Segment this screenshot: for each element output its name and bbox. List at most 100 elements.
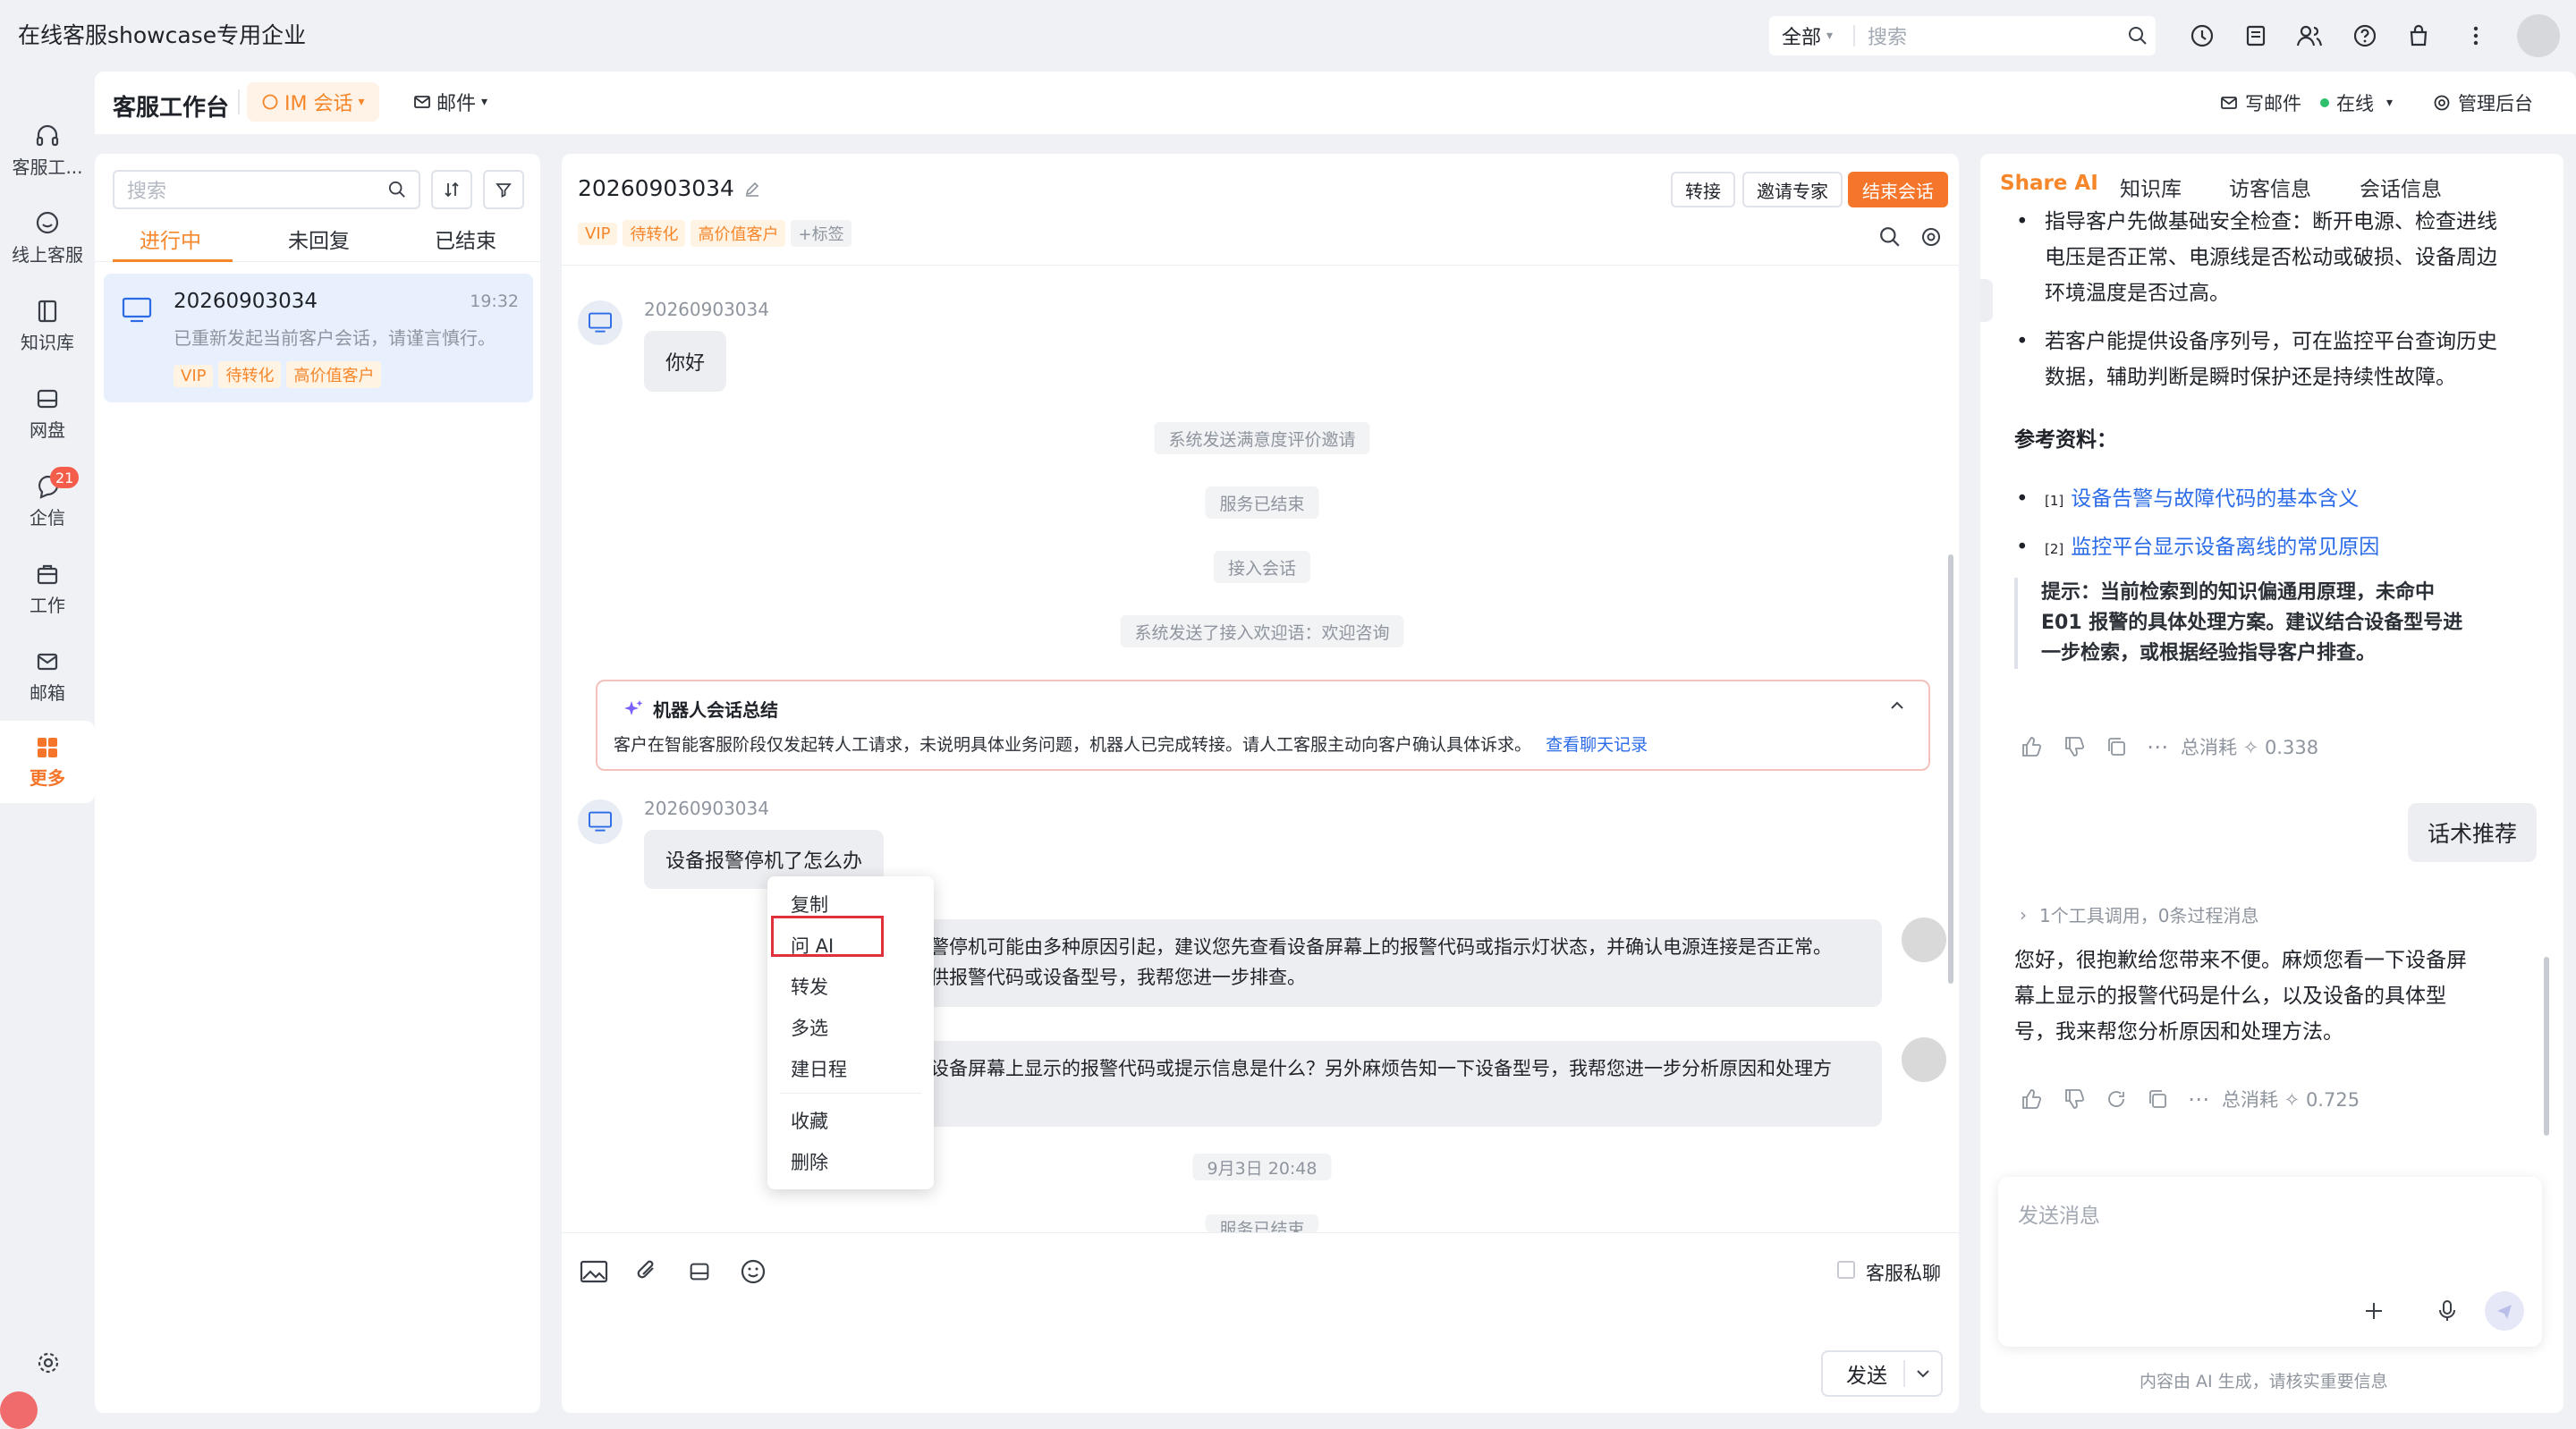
reference-item[interactable]: • [1] 设备告警与故障代码的基本含义 [2016,481,2359,517]
private-chat-label: 客服私聊 [1866,1263,1941,1284]
send-arrow-icon[interactable] [2485,1291,2524,1331]
ai-disclaimer: 内容由 AI 生成，请核实重要信息 [2140,1372,2388,1391]
tag-pending: 待转化 [218,361,282,388]
admin-console-link[interactable]: 管理后台 [2433,89,2533,116]
reference-item[interactable]: • [2] 监控平台显示设备离线的常见原因 [2016,529,2379,565]
private-chat-checkbox[interactable] [1837,1261,1855,1279]
nav-item-workstation[interactable]: 客服工... [0,109,95,191]
end-session-button[interactable]: 结束会话 [1848,172,1948,207]
plus-icon[interactable] [2356,1293,2392,1329]
help-icon[interactable] [2347,18,2383,54]
invite-expert-button[interactable]: 邀请专家 [1742,172,1843,207]
nav-label: 知识库 [21,331,74,353]
ai-scrollbar-thumb[interactable] [2544,957,2549,1136]
reference-link[interactable]: 设备告警与故障代码的基本含义 [2071,481,2359,512]
feedback-row: ⋯ 总消耗 ✧ 0.338 [2020,733,2318,760]
search-scope-select[interactable]: 全部 ▾ [1769,25,1855,49]
menu-item-ask-ai[interactable]: 问 AI [791,932,834,959]
search-icon[interactable] [1877,224,1903,250]
add-tag-button[interactable]: +标签 [791,220,852,247]
search-input[interactable]: 搜索 [1855,21,2120,50]
mail-icon [37,653,58,670]
task-icon[interactable] [2238,18,2274,54]
history-icon[interactable] [2184,18,2220,54]
chevron-up-icon[interactable] [1885,694,1909,717]
emoji-icon[interactable] [735,1254,771,1289]
conversation-item[interactable]: 20260903034 19:32 已重新发起当前客户会话，请谨言慎行。 VIP… [104,274,533,402]
more-vertical-icon[interactable] [2458,18,2494,54]
settings-icon[interactable] [30,1345,66,1381]
tab-session-info[interactable]: 会话信息 [2360,172,2442,202]
ai-message-input[interactable]: 发送消息 [1998,1177,2542,1347]
tab-share-ai[interactable]: Share AI [2000,172,2098,195]
menu-item-forward[interactable]: 转发 [791,973,828,1000]
more-horizontal-icon[interactable]: ⋯ [2188,1087,2209,1112]
nav-item-work[interactable]: 工作 [0,547,95,630]
mail-icon [414,96,430,108]
message-bubble[interactable]: 你好 [644,331,727,392]
divider [238,89,240,114]
more-horizontal-icon[interactable]: ⋯ [2147,734,2168,759]
thumbs-down-icon[interactable] [2063,1087,2086,1111]
nav-item-mail[interactable]: 邮箱 [0,635,95,717]
global-search[interactable]: 全部 ▾ 搜索 [1769,16,2156,55]
tab-in-progress[interactable]: 进行中 [140,224,201,254]
mail-tab[interactable]: 邮件 ▾ [413,82,487,122]
chevron-down-icon[interactable] [1903,1360,1930,1387]
menu-item-favorite[interactable]: 收藏 [791,1107,828,1134]
settings-icon[interactable] [1918,224,1945,250]
user-avatar[interactable] [2517,14,2560,57]
drive-icon[interactable] [682,1254,717,1289]
script-recommend-button[interactable]: 话术推荐 [2408,803,2538,862]
menu-item-multiselect[interactable]: 多选 [791,1014,828,1041]
tab-visitor-info[interactable]: 访客信息 [2229,172,2311,202]
panel-collapse-handle[interactable] [1980,279,1993,322]
summary-text: 客户在智能客服阶段仅发起转人工请求，未说明具体业务问题，机器人已完成转接。请人工… [614,735,1532,755]
agent-reply-bubble[interactable]: 设备屏幕上显示的报警代码或提示信息是什么？另外麻烦告知一下设备型号，我帮您进一步… [769,1041,1882,1127]
contacts-icon[interactable] [2292,18,2327,54]
menu-item-delete[interactable]: 删除 [791,1148,828,1175]
refresh-icon[interactable] [2106,1088,2127,1110]
floating-assistant-icon[interactable] [0,1391,38,1429]
nav-item-messenger[interactable]: 企信 21 [0,460,95,542]
write-mail-button[interactable]: 写邮件 [2220,89,2301,116]
bullet-line: 环境温度是否过高。 [2045,282,2230,305]
agent-reply-bubble[interactable]: 警停机可能由多种原因引起，建议您先查看设备屏幕上的报警代码或指示灯状态，并确认电… [769,919,1882,1007]
microphone-icon[interactable] [2429,1293,2465,1329]
status-select[interactable]: 在线 ▾ [2320,89,2393,116]
thumbs-up-icon[interactable] [2020,1087,2043,1111]
thumbs-down-icon[interactable] [2063,735,2086,758]
thumbs-up-icon[interactable] [2020,735,2043,758]
image-icon[interactable] [576,1254,612,1289]
conversation-search-input[interactable]: 搜索 [113,170,420,209]
nav-item-knowledge[interactable]: 知识库 [0,284,95,367]
transfer-button[interactable]: 转接 [1671,172,1735,207]
attachment-icon[interactable] [630,1254,665,1289]
nav-item-online-service[interactable]: 线上客服 [0,197,95,279]
view-chat-history-link[interactable]: 查看聊天记录 [1546,735,1648,755]
copy-icon[interactable] [2147,1088,2168,1110]
answer-line: 幕上显示的报警代码是什么，以及设备的具体型 [2014,985,2446,1008]
menu-item-copy[interactable]: 复制 [791,891,828,917]
menu-item-schedule[interactable]: 建日程 [791,1055,847,1082]
nav-label: 邮箱 [30,681,65,704]
edit-icon[interactable] [743,180,761,198]
tab-ended[interactable]: 已结束 [435,224,496,254]
chat-scrollbar[interactable] [1948,554,1953,984]
bullet-dot: • [2016,210,2029,233]
reference-link[interactable]: 监控平台显示设备离线的常见原因 [2071,529,2379,560]
send-button[interactable]: 发送 [1821,1350,1943,1397]
store-icon[interactable] [2401,18,2436,54]
im-session-tab[interactable]: IM 会话 ▾ [247,82,379,122]
tab-knowledge[interactable]: 知识库 [2120,172,2182,202]
nav-item-drive[interactable]: 网盘 [0,372,95,454]
nav-item-more[interactable]: 更多 [0,721,95,803]
search-icon[interactable] [2120,26,2156,46]
menu-divider [780,1093,921,1094]
sort-button[interactable] [431,170,472,209]
tab-unreplied[interactable]: 未回复 [288,224,350,254]
chevron-down-icon: ▾ [1826,29,1834,43]
filter-button[interactable] [483,170,524,209]
copy-icon[interactable] [2106,736,2127,757]
tool-call-summary[interactable]: › 1个工具调用，0条过程消息 [2020,901,2258,927]
